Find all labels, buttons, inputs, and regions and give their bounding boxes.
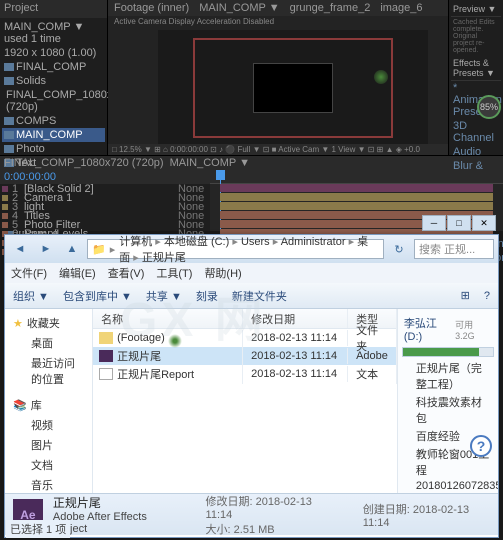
effect-category[interactable]: Audio	[451, 145, 501, 159]
project-item[interactable]: Photo	[2, 142, 105, 156]
burn-button[interactable]: 刻录	[196, 288, 218, 304]
nav-libraries[interactable]: 📚 库	[9, 395, 88, 415]
share-button[interactable]: 共享 ▼	[146, 288, 182, 304]
side-item[interactable]: 科技震效素材包	[402, 393, 494, 427]
detail-name: 正规片尾	[53, 494, 176, 511]
nav-favorites[interactable]: ★收藏夹	[9, 313, 88, 333]
explorer-window: ─ □ ✕ ◄ ► ▲ 📁 ▸ 计算机 ▸ 本地磁盘 (C:) ▸ Users …	[4, 234, 499, 538]
composition-viewer: Footage (inner)MAIN_COMP ▼grunge_frame_2…	[108, 0, 448, 155]
nav-pictures[interactable]: 图片	[9, 435, 88, 455]
file-list: 名称 修改日期 类型 (Footage)2018-02-13 11:14文件夹正…	[93, 309, 397, 493]
cursor-indicator	[374, 70, 388, 84]
effect-category[interactable]: 3D Channel	[451, 119, 501, 145]
file-row[interactable]: 正规片尾2018-02-13 11:14Adobe	[93, 347, 397, 365]
preview-header[interactable]: Preview ▼	[451, 2, 501, 17]
after-effects-window: Project MAIN_COMP ▼ used 1 time 1920 x 1…	[0, 0, 503, 230]
address-bar[interactable]: 📁 ▸ 计算机 ▸ 本地磁盘 (C:) ▸ Users ▸ Administra…	[87, 239, 384, 259]
refresh-button[interactable]: ↻	[388, 239, 410, 259]
side-item[interactable]: 20180126072835548	[402, 479, 494, 493]
nav-pane: ★收藏夹 桌面 最近访问的位置 📚 库 视频 图片 文档 音乐 💻 计算机 本地…	[5, 309, 93, 493]
project-item[interactable]: MAIN_COMP	[2, 128, 105, 142]
help-icon[interactable]: ?	[484, 290, 490, 302]
close-button[interactable]: ✕	[472, 215, 496, 231]
view-icon[interactable]: ⊞	[461, 289, 470, 302]
comp-res: 1920 x 1080 (1.00)	[2, 46, 105, 60]
nav-music[interactable]: 音乐	[9, 475, 88, 493]
side-item[interactable]: 正规片尾（完整工程）	[402, 359, 494, 393]
project-item[interactable]: FINAL_COMP	[2, 60, 105, 74]
viewer-tabs[interactable]: Footage (inner)MAIN_COMP ▼grunge_frame_2…	[108, 0, 448, 16]
viewer-controls: Active Camera Display Acceleration Disab…	[108, 16, 448, 27]
aep-icon	[99, 350, 113, 362]
project-item[interactable]: FINAL_COMP_1080x1920 (720p)	[2, 88, 105, 114]
include-button[interactable]: 包含到库中 ▼	[63, 288, 132, 304]
menubar: 文件(F) 编辑(E) 查看(V) 工具(T) 帮助(H)	[5, 263, 498, 283]
help-badge[interactable]: ?	[470, 435, 492, 457]
folder-icon	[99, 332, 113, 344]
col-date[interactable]: 修改日期	[243, 309, 348, 328]
tl-tab[interactable]: FINAL_COMP_1080x720 (720p)	[4, 157, 164, 169]
forward-button[interactable]: ►	[35, 239, 57, 259]
details-pane: Ae 正规片尾 Adobe After Effects Project 修改日期…	[5, 493, 498, 535]
back-button[interactable]: ◄	[9, 239, 31, 259]
canvas[interactable]	[158, 30, 428, 145]
breadcrumb-item[interactable]: 计算机	[119, 236, 152, 248]
effects-header[interactable]: Effects & Presets ▼	[451, 56, 501, 81]
breadcrumb-item[interactable]: 本地磁盘 (C:)	[164, 236, 229, 248]
file-row[interactable]: 正规片尾Report2018-02-13 11:14文本	[93, 365, 397, 383]
titlebar: ◄ ► ▲ 📁 ▸ 计算机 ▸ 本地磁盘 (C:) ▸ Users ▸ Admi…	[5, 235, 498, 263]
menu-edit[interactable]: 编辑(E)	[59, 265, 96, 281]
nav-videos[interactable]: 视频	[9, 415, 88, 435]
organize-button[interactable]: 组织 ▼	[13, 288, 49, 304]
project-tab[interactable]: Project	[4, 2, 38, 16]
detail-kind: Adobe After Effects Project	[53, 511, 176, 535]
folder-icon: 📁	[92, 243, 106, 256]
cache-note: Cached Edits complete. Original project …	[451, 17, 501, 56]
breadcrumb-item[interactable]: 正规片尾	[142, 252, 186, 264]
comp-header: MAIN_COMP ▼ used 1 time	[2, 20, 105, 46]
txt-icon	[99, 368, 113, 380]
col-name[interactable]: 名称	[93, 309, 243, 328]
nav-desktop[interactable]: 桌面	[9, 333, 88, 353]
detail-size: 2.51 MB	[234, 524, 275, 536]
file-row[interactable]: (Footage)2018-02-13 11:14文件夹	[93, 329, 397, 347]
project-item[interactable]: Solids	[2, 74, 105, 88]
newfolder-button[interactable]: 新建文件夹	[232, 288, 287, 304]
layer-bar[interactable]	[220, 193, 493, 201]
layer-bar[interactable]	[220, 184, 493, 192]
project-panel: Project MAIN_COMP ▼ used 1 time 1920 x 1…	[0, 0, 108, 155]
menu-help[interactable]: 帮助(H)	[204, 265, 241, 281]
side-pane: 李弘江(D:)可用 3.2G 正规片尾（完整工程）科技震效素材包百度经验教师轮窗…	[397, 309, 498, 493]
viewer-footer[interactable]: □ 12.5% ▼ ⊞ ⌂ 0:00:00:00 ⊡ ♪ ⚫ Full ▼ ⊡ …	[108, 144, 448, 155]
status-bar: 已选择 1 项	[6, 520, 70, 538]
layer-bar[interactable]	[220, 202, 493, 210]
project-item[interactable]: COMPS	[2, 114, 105, 128]
menu-file[interactable]: 文件(F)	[11, 265, 47, 281]
breadcrumb-item[interactable]: Users	[241, 236, 270, 248]
effects-panel: Preview ▼ Cached Edits complete. Origina…	[448, 0, 503, 155]
percent-badge: 85%	[477, 95, 501, 119]
minimize-button[interactable]: ─	[422, 215, 446, 231]
drive-header[interactable]: 李弘江(D:)可用 3.2G	[402, 313, 494, 345]
star-icon: ★	[13, 317, 23, 330]
menu-tools[interactable]: 工具(T)	[156, 265, 192, 281]
title-safe-frame	[193, 38, 393, 138]
maximize-button[interactable]: □	[447, 215, 471, 231]
search-input[interactable]: 搜索 正规...	[414, 239, 494, 259]
nav-documents[interactable]: 文档	[9, 455, 88, 475]
breadcrumb-item[interactable]: Administrator	[281, 236, 346, 248]
time-ruler[interactable]	[210, 170, 503, 184]
drive-usage-bar	[402, 347, 494, 357]
menu-view[interactable]: 查看(V)	[108, 265, 145, 281]
toolbar: 组织 ▼ 包含到库中 ▼ 共享 ▼ 刻录 新建文件夹 ⊞ ?	[5, 283, 498, 309]
comp-content	[253, 63, 333, 113]
up-button[interactable]: ▲	[61, 239, 83, 259]
nav-recent[interactable]: 最近访问的位置	[9, 353, 88, 389]
tl-tab-active[interactable]: MAIN_COMP ▼	[170, 157, 250, 169]
